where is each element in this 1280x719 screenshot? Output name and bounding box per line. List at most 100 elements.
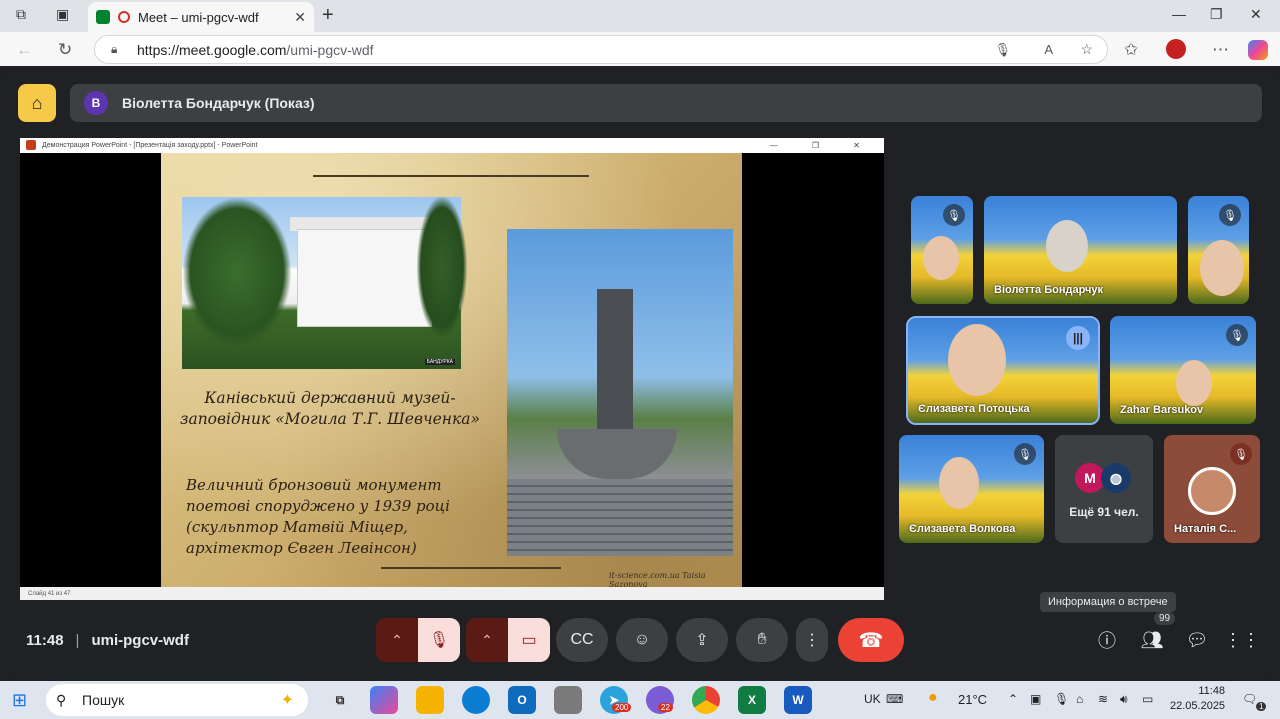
- lock-icon[interactable]: 🔒︎: [111, 42, 117, 57]
- emoji-button-icon[interactable]: ☺: [616, 618, 668, 662]
- read-aloud-icon[interactable]: A: [1044, 42, 1053, 57]
- participant-face: [948, 324, 1006, 396]
- participant-tile[interactable]: 🎙︎: [1188, 196, 1249, 304]
- close-tab-icon[interactable]: ✕: [294, 9, 306, 26]
- keyboard-icon[interactable]: ⌨︎: [886, 692, 903, 706]
- profile-avatar-icon[interactable]: [1166, 39, 1186, 59]
- participant-face: [939, 457, 979, 509]
- sparkle-icon: ✦: [280, 692, 294, 709]
- ppt-statusbar: Слайд 41 из 47: [20, 587, 884, 600]
- mic-off-icon: 🎙︎: [943, 204, 965, 226]
- more-participants-tile[interactable]: M ◍ Ещё 91 чел.: [1055, 435, 1153, 543]
- more-options-icon[interactable]: ⋮: [796, 618, 828, 662]
- minimize-icon[interactable]: —: [1172, 6, 1186, 22]
- address-bar[interactable]: 🔒︎ https://meet.google.com/umi-pgcv-wdf …: [94, 35, 1108, 64]
- word-icon[interactable]: W: [784, 686, 812, 714]
- copilot-icon[interactable]: [1248, 40, 1268, 60]
- camera-options-chevron-icon[interactable]: ⌃: [466, 618, 508, 662]
- close-window-icon[interactable]: ✕: [1250, 6, 1262, 23]
- mic-control: ⌃ 🎙︎: [376, 618, 460, 662]
- clock-date: 22.05.2025: [1170, 700, 1226, 712]
- reload-icon[interactable]: ↻: [58, 40, 72, 60]
- museum-photo: БАНДУРКА: [182, 197, 467, 369]
- activities-grid-icon[interactable]: ⋮⋮: [1222, 620, 1262, 660]
- file-explorer-icon[interactable]: [416, 686, 444, 714]
- more-avatars: M ◍: [1075, 463, 1131, 493]
- copilot-taskbar-icon[interactable]: [370, 686, 398, 714]
- excel-icon[interactable]: X: [738, 686, 766, 714]
- participant-name: Наталія С...: [1174, 523, 1237, 535]
- chrome-icon[interactable]: [692, 686, 720, 714]
- end-call-button-icon[interactable]: ☎︎: [838, 618, 904, 662]
- slide-ornament-top: [313, 175, 589, 177]
- taskbar-search[interactable]: ⚲ Пошук ✦: [46, 684, 308, 716]
- workspaces-icon[interactable]: ⧉: [16, 6, 26, 23]
- mic-off-icon: 🎙︎: [1230, 443, 1252, 465]
- tray-mic-icon[interactable]: 🎙︎: [1054, 692, 1069, 706]
- participant-name: Єлизавета Волкова: [909, 523, 1016, 535]
- tray-chevron-icon[interactable]: ⌃: [1008, 692, 1018, 706]
- edge-icon[interactable]: [462, 686, 490, 714]
- ppt-window-title: Демонстрация PowerPoint - [Презентація з…: [42, 142, 258, 149]
- participant-tile[interactable]: Віолетта Бондарчук: [984, 196, 1177, 304]
- mic-off-button-icon[interactable]: 🎙︎: [418, 618, 460, 662]
- powerpoint-icon: [26, 140, 36, 150]
- clock-time: 11:48: [1198, 685, 1226, 697]
- store-icon[interactable]: [554, 686, 582, 714]
- people-icon[interactable]: 👥︎: [1132, 620, 1172, 660]
- meeting-info-icon[interactable]: ⓘ: [1087, 620, 1127, 660]
- favorite-star-icon[interactable]: ☆: [1080, 41, 1093, 58]
- mic-off-icon: 🎙︎: [1219, 204, 1241, 226]
- tray-battery-icon[interactable]: ▭: [1142, 692, 1153, 706]
- participant-face: [1046, 220, 1088, 272]
- windows-start-icon[interactable]: ⊞: [12, 690, 27, 711]
- presenter-avatar: В: [84, 91, 108, 115]
- tab-title: Meet – umi-pgcv-wdf: [138, 9, 259, 25]
- back-icon[interactable]: ←: [16, 40, 33, 60]
- mic-options-chevron-icon[interactable]: ⌃: [376, 618, 418, 662]
- more-menu-icon[interactable]: ⋯: [1212, 40, 1229, 60]
- task-view-icon[interactable]: ⧉: [326, 686, 354, 714]
- separator: |: [75, 632, 80, 649]
- participant-tile[interactable]: 🎙︎: [911, 196, 973, 304]
- captions-button-icon[interactable]: CC: [556, 618, 608, 662]
- participant-face: [1200, 240, 1244, 296]
- participant-tile-speaking[interactable]: ||| Єлизавета Потоцька: [906, 316, 1100, 425]
- slide-credit: it-science.com.ua Taisia Sazonova: [609, 571, 706, 587]
- slide-ornament-bottom: [381, 567, 561, 569]
- raise-hand-button-icon[interactable]: ✋︎: [736, 618, 788, 662]
- tray-volume-icon[interactable]: 🔊︎: [1120, 692, 1128, 707]
- meet-favicon-icon: [96, 10, 110, 24]
- participant-avatar-globe-icon: ◍: [1101, 463, 1131, 493]
- presenter-bar: В Віолетта Бондарчук (Показ): [70, 84, 1262, 122]
- tray-wifi-icon[interactable]: ≋: [1098, 692, 1108, 706]
- favorites-icon[interactable]: ✩: [1124, 40, 1138, 60]
- present-button-icon[interactable]: ⇪: [676, 618, 728, 662]
- mic-off-icon: 🎙︎: [1226, 324, 1248, 346]
- notifications-icon[interactable]: 🗨︎: [1242, 692, 1257, 706]
- maximize-icon[interactable]: ❐: [1210, 6, 1223, 23]
- participant-face: [1176, 360, 1212, 406]
- camera-off-button-icon[interactable]: ▭: [508, 618, 550, 662]
- museum-photo-building: [297, 229, 432, 327]
- outlook-icon[interactable]: O: [508, 686, 536, 714]
- recording-icon: [118, 11, 130, 23]
- participant-avatar-photo: [1188, 467, 1236, 515]
- shared-screen: Демонстрация PowerPoint - [Презентація з…: [20, 138, 884, 600]
- participant-tile[interactable]: 🎙︎ Єлизавета Волкова: [899, 435, 1044, 543]
- meeting-time-code: 11:48 | umi-pgcv-wdf: [26, 632, 189, 649]
- tab-meet[interactable]: Meet – umi-pgcv-wdf ✕: [88, 2, 314, 32]
- chat-icon[interactable]: 💬︎: [1177, 620, 1217, 660]
- participant-tile[interactable]: 🎙︎ Zahar Barsukov: [1110, 316, 1256, 424]
- tray-meet-icon[interactable]: ▣: [1030, 692, 1041, 706]
- weather-icon[interactable]: ●: [928, 689, 938, 707]
- tab-actions-icon[interactable]: ▣: [56, 6, 69, 23]
- new-tab-icon[interactable]: +: [322, 4, 334, 27]
- mic-icon[interactable]: 🎙︎: [994, 42, 1011, 58]
- tray-network-icon[interactable]: ⌂: [1076, 692, 1083, 706]
- keyboard-language[interactable]: UK: [864, 692, 881, 706]
- meet-home-icon[interactable]: ⌂: [18, 84, 56, 122]
- weather-temp[interactable]: 21°C: [958, 692, 987, 707]
- participant-tile[interactable]: 🎙︎ Наталія С...: [1164, 435, 1260, 543]
- taskbar-clock[interactable]: 11:48 22.05.2025: [1170, 684, 1225, 714]
